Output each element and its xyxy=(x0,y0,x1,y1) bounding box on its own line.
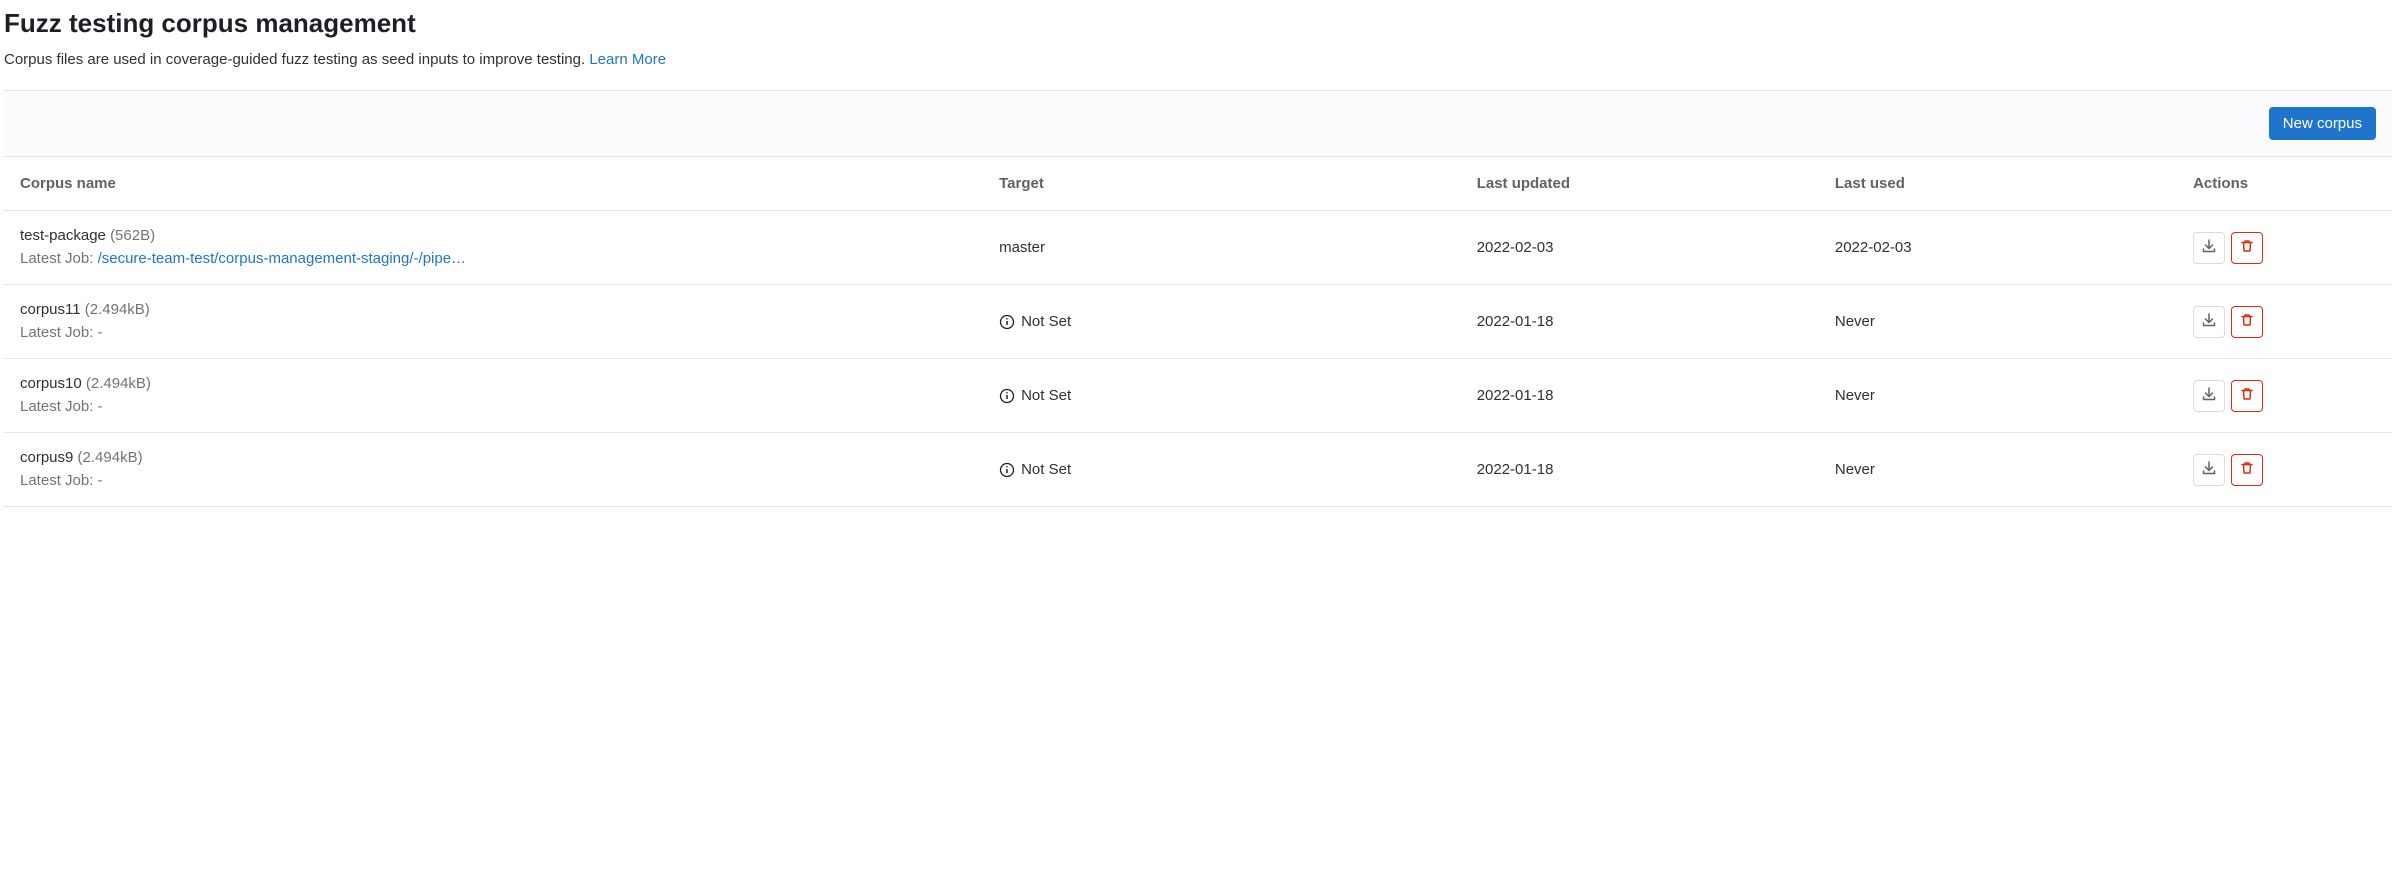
download-icon xyxy=(2201,238,2217,257)
latest-job-text: - xyxy=(98,472,103,489)
trash-icon xyxy=(2239,312,2255,331)
cell-target: Not Set xyxy=(983,359,1461,433)
corpus-size: (2.494kB) xyxy=(85,301,150,318)
cell-corpus-name: corpus9 (2.494kB) Latest Job: - xyxy=(4,433,983,507)
cell-target: master xyxy=(983,211,1461,285)
download-icon xyxy=(2201,386,2217,405)
info-icon[interactable] xyxy=(999,314,1015,330)
target-value: Not Set xyxy=(1021,313,1071,330)
trash-icon xyxy=(2239,238,2255,257)
table-row: corpus9 (2.494kB) Latest Job: - Not Set 202… xyxy=(4,433,2392,507)
info-icon[interactable] xyxy=(999,388,1015,404)
target-value: Not Set xyxy=(1021,461,1071,478)
cell-last-used: Never xyxy=(1819,285,2177,359)
download-button[interactable] xyxy=(2193,380,2225,412)
new-corpus-button[interactable]: New corpus xyxy=(2269,107,2376,140)
cell-target: Not Set xyxy=(983,433,1461,507)
trash-icon xyxy=(2239,460,2255,479)
cell-last-used: Never xyxy=(1819,433,2177,507)
cell-last-updated: 2022-01-18 xyxy=(1461,433,1819,507)
target-value: Not Set xyxy=(1021,387,1071,404)
col-header-actions: Actions xyxy=(2177,157,2392,211)
corpus-size: (2.494kB) xyxy=(86,375,151,392)
col-header-last-updated: Last updated xyxy=(1461,157,1819,211)
corpus-name: corpus11 xyxy=(20,301,81,318)
trash-icon xyxy=(2239,386,2255,405)
delete-button[interactable] xyxy=(2231,454,2263,486)
table-row: corpus10 (2.494kB) Latest Job: - Not Set 20… xyxy=(4,359,2392,433)
cell-actions xyxy=(2177,211,2392,285)
page-title: Fuzz testing corpus management xyxy=(4,8,2392,39)
description-text: Corpus files are used in coverage-guided… xyxy=(4,51,589,68)
page-description: Corpus files are used in coverage-guided… xyxy=(4,51,2392,68)
col-header-last-used: Last used xyxy=(1819,157,2177,211)
latest-job-text: - xyxy=(98,398,103,415)
download-icon xyxy=(2201,312,2217,331)
download-button[interactable] xyxy=(2193,454,2225,486)
cell-last-updated: 2022-01-18 xyxy=(1461,285,1819,359)
cell-actions xyxy=(2177,359,2392,433)
cell-corpus-name: test-package (562B) Latest Job: /secure-t… xyxy=(4,211,983,285)
latest-job-link[interactable]: /secure-team-test/corpus-management-stag… xyxy=(98,248,467,271)
cell-actions xyxy=(2177,285,2392,359)
corpus-size: (562B) xyxy=(110,227,155,244)
corpus-name: corpus10 xyxy=(20,375,82,392)
cell-corpus-name: corpus11 (2.494kB) Latest Job: - xyxy=(4,285,983,359)
corpus-name: corpus9 xyxy=(20,449,73,466)
latest-job-label: Latest Job: xyxy=(20,472,98,489)
corpus-table: Corpus name Target Last updated Last use… xyxy=(4,157,2392,507)
download-icon xyxy=(2201,460,2217,479)
col-header-name: Corpus name xyxy=(4,157,983,211)
latest-job-label: Latest Job: xyxy=(20,324,98,341)
latest-job-label: Latest Job: xyxy=(20,250,98,267)
delete-button[interactable] xyxy=(2231,306,2263,338)
cell-last-updated: 2022-01-18 xyxy=(1461,359,1819,433)
corpus-size: (2.494kB) xyxy=(78,449,143,466)
delete-button[interactable] xyxy=(2231,232,2263,264)
latest-job-label: Latest Job: xyxy=(20,398,98,415)
table-row: test-package (562B) Latest Job: /secure-t… xyxy=(4,211,2392,285)
download-button[interactable] xyxy=(2193,306,2225,338)
delete-button[interactable] xyxy=(2231,380,2263,412)
cell-actions xyxy=(2177,433,2392,507)
learn-more-link[interactable]: Learn More xyxy=(589,51,666,68)
table-row: corpus11 (2.494kB) Latest Job: - Not Set 20… xyxy=(4,285,2392,359)
toolbar: New corpus xyxy=(4,90,2392,157)
info-icon[interactable] xyxy=(999,462,1015,478)
cell-last-used: Never xyxy=(1819,359,2177,433)
corpus-name: test-package xyxy=(20,227,106,244)
cell-last-used: 2022-02-03 xyxy=(1819,211,2177,285)
cell-corpus-name: corpus10 (2.494kB) Latest Job: - xyxy=(4,359,983,433)
cell-target: Not Set xyxy=(983,285,1461,359)
target-value: master xyxy=(999,239,1045,256)
latest-job-text: - xyxy=(98,324,103,341)
col-header-target: Target xyxy=(983,157,1461,211)
download-button[interactable] xyxy=(2193,232,2225,264)
cell-last-updated: 2022-02-03 xyxy=(1461,211,1819,285)
